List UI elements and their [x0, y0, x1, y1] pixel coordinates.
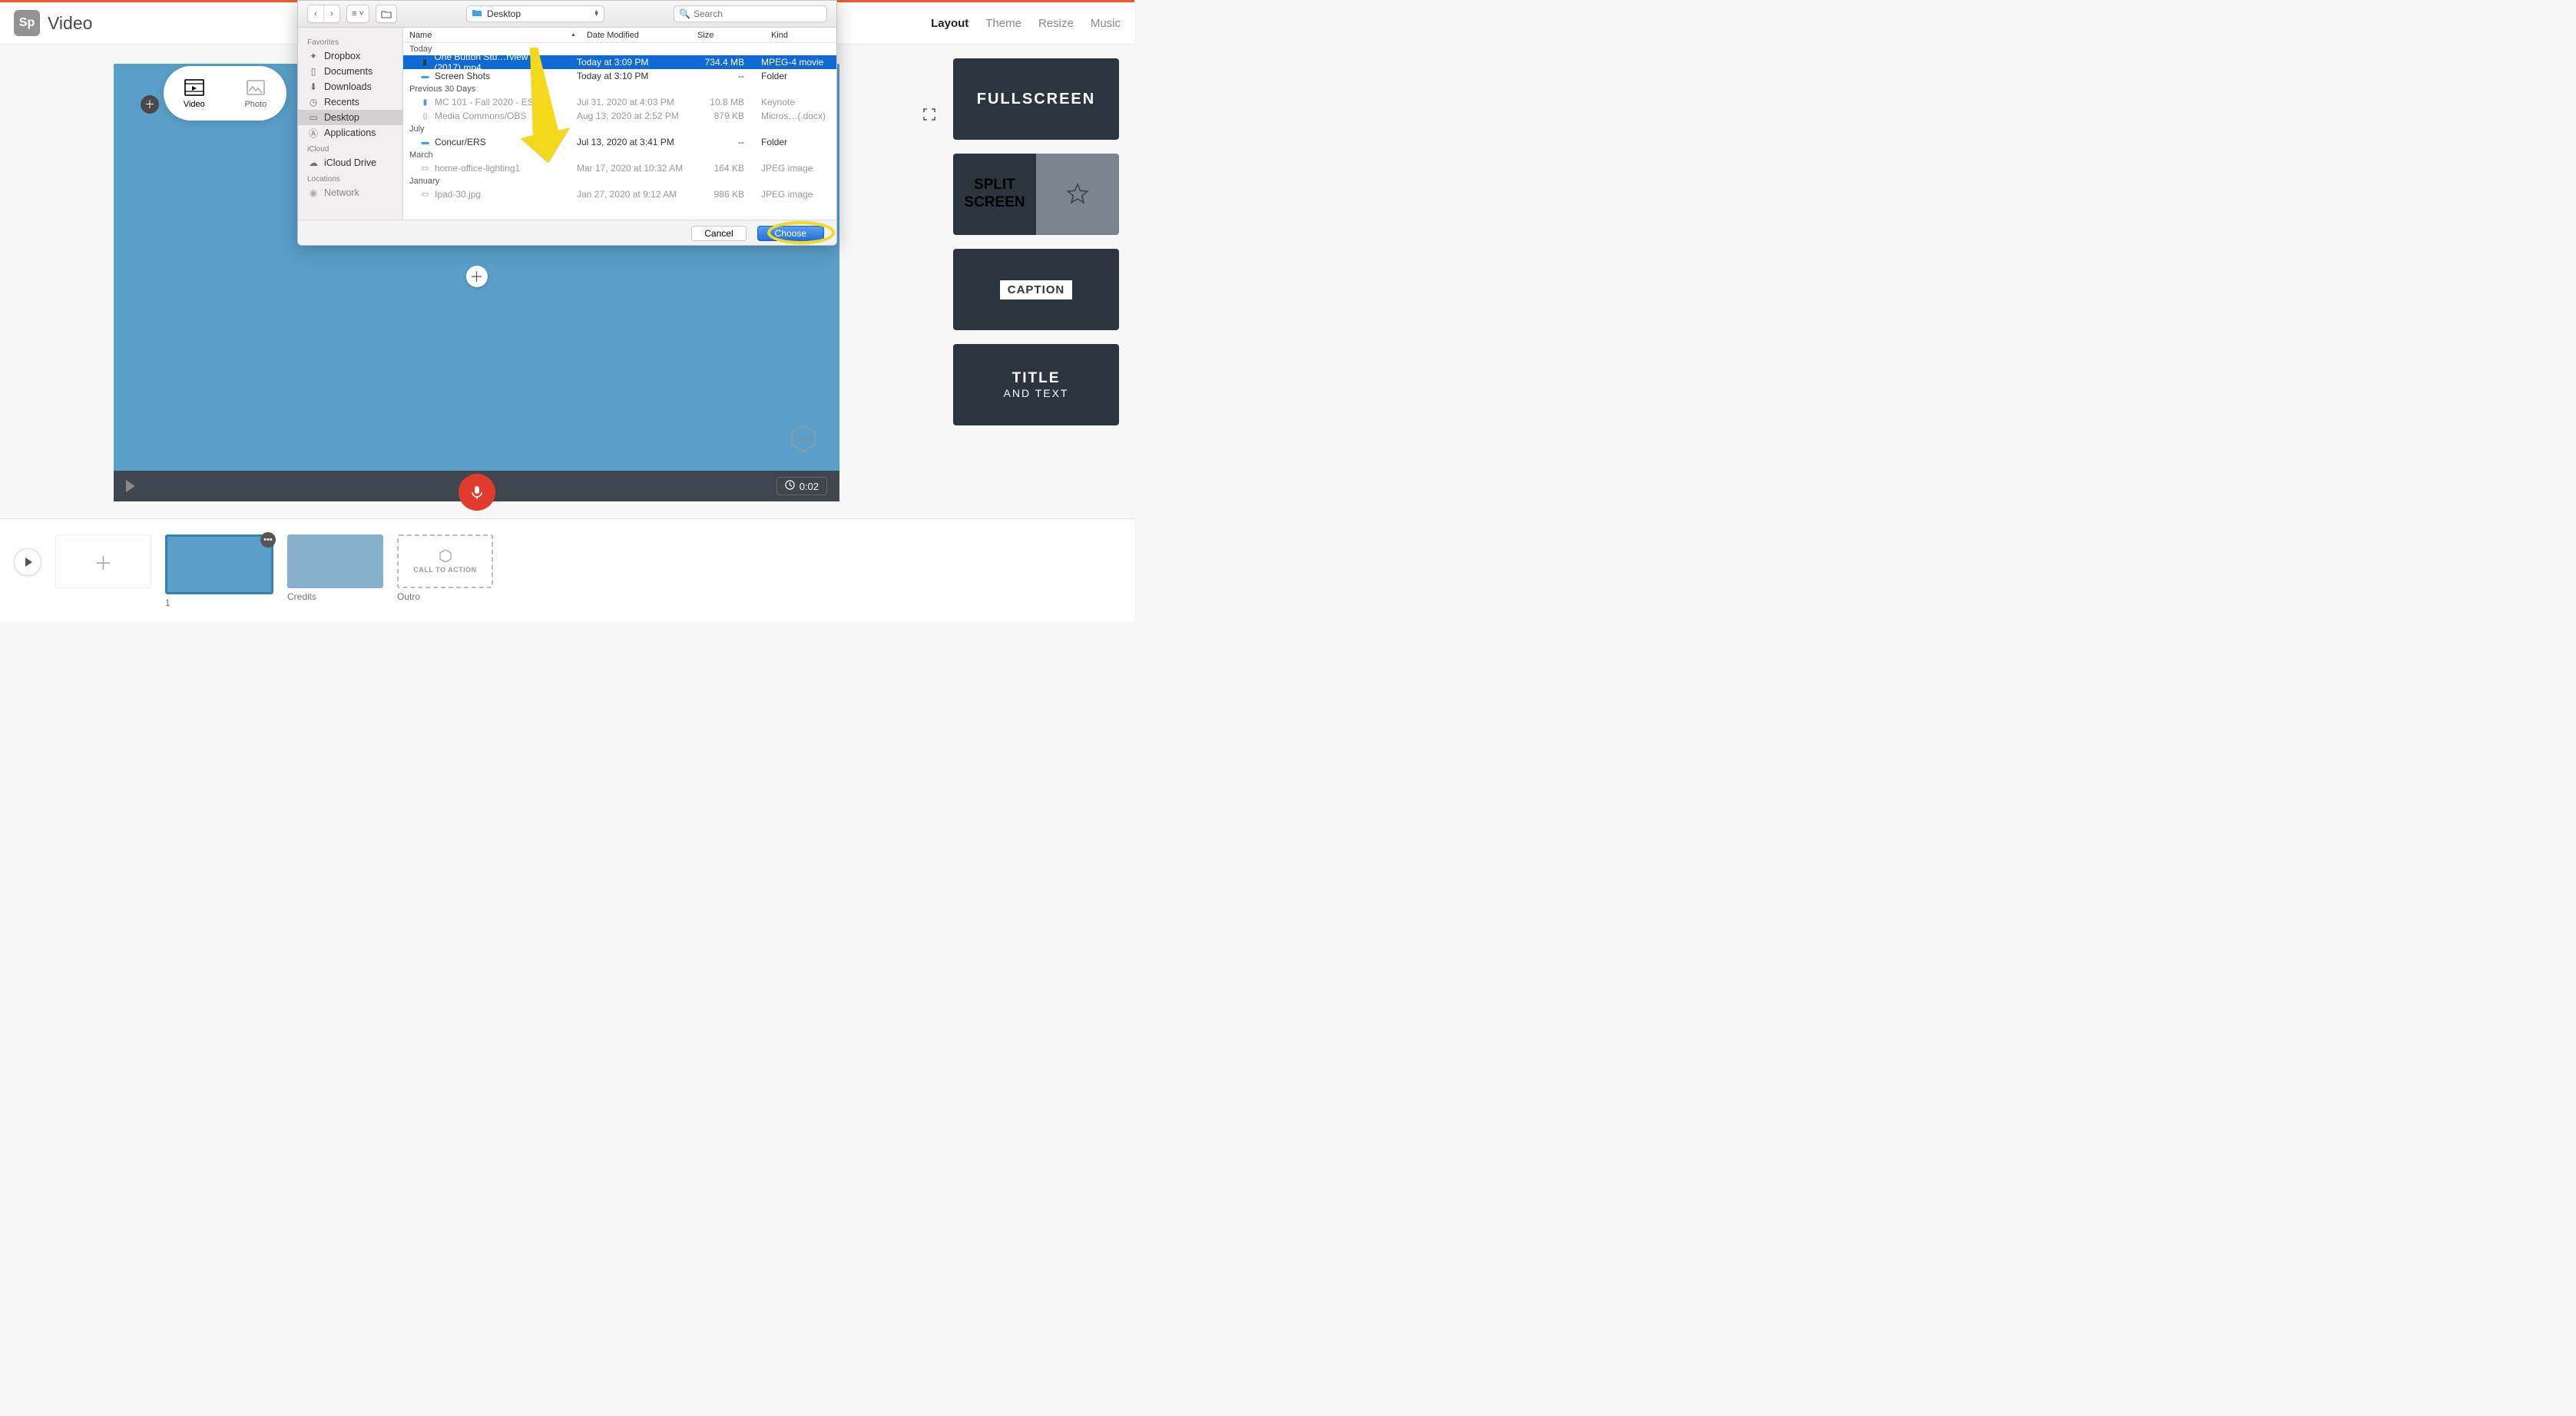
file-row[interactable]: ▭home-office-lighting1 Mar 17, 2020 at 1…	[403, 161, 836, 175]
cancel-button[interactable]: Cancel	[691, 226, 746, 241]
forward-button[interactable]: ›	[324, 5, 339, 22]
preview-play-button[interactable]	[126, 480, 135, 492]
file-row[interactable]: ▬Screen Shots Today at 3:10 PM--Folder	[403, 69, 836, 83]
nav-back-forward[interactable]: ‹ ›	[307, 5, 340, 23]
folder-blue-icon	[472, 8, 482, 19]
folder-icon[interactable]	[376, 5, 396, 22]
layout-title-text[interactable]: TITLE AND TEXT	[953, 344, 1119, 425]
nav-theme[interactable]: Theme	[985, 17, 1021, 30]
dialog-footer: Cancel Choose	[298, 220, 836, 246]
logo-placeholder[interactable]: LOGO	[789, 424, 818, 453]
media-photo-button[interactable]: Photo	[244, 78, 267, 109]
add-slide-button[interactable]: ＋	[55, 534, 151, 588]
recents-icon: ◷	[307, 97, 320, 108]
file-row[interactable]: ▯Media Commons/OBS Aug 13, 2020 at 2:52 …	[403, 109, 836, 123]
slide-thumb-credits[interactable]: Credits	[287, 534, 383, 602]
folder-icon: ▬	[420, 72, 430, 81]
view-options[interactable]: ≡ ˅	[346, 5, 369, 23]
timeline-play-button[interactable]	[14, 548, 41, 576]
sort-asc-icon: ▲	[571, 32, 576, 38]
cloud-icon: ☁	[307, 157, 320, 168]
layout-caption[interactable]: CAPTION	[953, 249, 1119, 330]
record-narration-button[interactable]	[459, 474, 495, 511]
timeline: ＋ ••• 1 Credits CALL TO ACTION Outro	[0, 518, 1134, 622]
nav-resize[interactable]: Resize	[1038, 17, 1074, 30]
documents-icon: ▯	[307, 66, 320, 77]
sidebar-icloud-drive[interactable]: ☁iCloud Drive	[298, 155, 402, 170]
sidebar-network[interactable]: ◉Network	[298, 185, 402, 200]
photo-icon	[245, 78, 267, 97]
slide-thumb-1[interactable]: ••• 1	[165, 534, 273, 608]
chevron-updown-icon: ▲▼	[594, 11, 599, 17]
search-icon: 🔍	[679, 8, 690, 19]
slide-duration[interactable]: 0:02	[776, 477, 827, 495]
desktop-icon: ▭	[307, 112, 320, 123]
app-logo: Sp	[14, 10, 40, 36]
layout-panel: FULLSCREEN SPLITSCREEN CAPTION TITLE AND…	[953, 45, 1134, 518]
media-video-label: Video	[184, 100, 205, 109]
file-list: Name ▲ Date Modified Size Kind Today ▮On…	[403, 28, 836, 220]
star-icon	[1036, 154, 1119, 235]
sidebar-documents[interactable]: ▯Documents	[298, 64, 402, 79]
sidebar-applications[interactable]: ⒶApplications	[298, 125, 402, 141]
sidebar-desktop[interactable]: ▭Desktop	[298, 110, 402, 125]
add-media-button[interactable]: ＋	[141, 95, 159, 114]
sidebar-downloads[interactable]: ⬇Downloads	[298, 79, 402, 94]
image-icon: ▭	[420, 164, 430, 173]
file-row[interactable]: ▭Ipad-30.jpg Jan 27, 2020 at 9:12 AM986 …	[403, 187, 836, 201]
app-title: Video	[48, 13, 92, 34]
folder-icon: ▬	[420, 138, 430, 147]
search-input[interactable]	[694, 8, 822, 19]
file-row[interactable]: ▮MC 101 - Fall 2020 - ESS Jul 31, 2020 a…	[403, 95, 836, 109]
clock-icon	[785, 480, 795, 492]
layout-fullscreen[interactable]: FULLSCREEN	[953, 58, 1119, 140]
sidebar-recents[interactable]: ◷Recents	[298, 94, 402, 110]
fullscreen-icon[interactable]	[923, 108, 935, 124]
media-picker: Video Photo	[164, 66, 286, 121]
dropbox-icon: ✦	[307, 51, 320, 61]
downloads-icon: ⬇	[307, 81, 320, 92]
nav-layout[interactable]: Layout	[931, 17, 968, 30]
network-icon: ◉	[307, 187, 320, 198]
video-icon	[184, 78, 205, 97]
location-selector[interactable]: Desktop ▲▼	[466, 5, 604, 22]
column-headers[interactable]: Name ▲ Date Modified Size Kind	[403, 28, 836, 43]
search-field[interactable]: 🔍	[674, 5, 827, 22]
sidebar-dropbox[interactable]: ✦Dropbox	[298, 48, 402, 64]
doc-icon: ▯	[420, 112, 430, 121]
media-photo-label: Photo	[244, 100, 267, 109]
add-text-button[interactable]: ＋	[466, 266, 488, 287]
nav-music[interactable]: Music	[1091, 17, 1121, 30]
slide-thumb-outro[interactable]: CALL TO ACTION Outro	[397, 534, 493, 602]
file-row-selected[interactable]: ▮One Button Stu…rview (2017).mp4 Today a…	[403, 55, 836, 69]
file-row[interactable]: ▬Concur/ERS Jul 13, 2020 at 3:41 PM--Fol…	[403, 135, 836, 149]
slide-options-icon[interactable]: •••	[260, 532, 276, 548]
applications-icon: Ⓐ	[307, 127, 320, 138]
annotation-highlight	[767, 221, 835, 244]
back-button[interactable]: ‹	[308, 5, 323, 22]
file-open-dialog: ‹ › ≡ ˅ Desktop ▲▼ 🔍 Favorites ✦Dropbox …	[297, 0, 837, 246]
layout-split-screen[interactable]: SPLITSCREEN	[953, 154, 1119, 235]
movie-icon: ▮	[420, 58, 429, 67]
media-video-button[interactable]: Video	[184, 78, 205, 109]
list-view-icon[interactable]: ≡ ˅	[347, 5, 369, 22]
group-button[interactable]	[376, 5, 397, 23]
hexagon-icon	[439, 549, 452, 563]
image-icon: ▭	[420, 190, 430, 199]
dialog-toolbar: ‹ › ≡ ˅ Desktop ▲▼ 🔍	[298, 1, 836, 28]
dialog-sidebar: Favorites ✦Dropbox ▯Documents ⬇Downloads…	[298, 28, 403, 220]
keynote-icon: ▮	[420, 98, 430, 107]
